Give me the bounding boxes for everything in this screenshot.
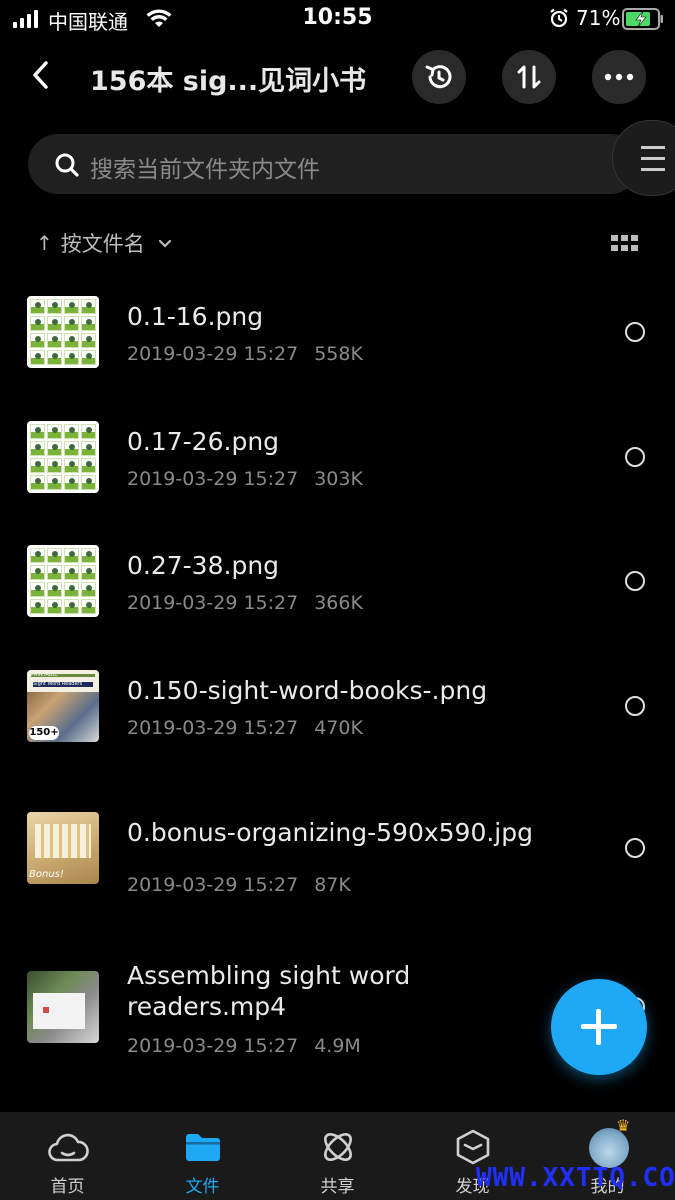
file-thumbnail (27, 296, 99, 368)
history-icon (425, 65, 452, 89)
page-title: 156本 sig...见词小书 (90, 66, 367, 97)
back-icon (33, 61, 48, 89)
atom-icon (317, 1126, 359, 1168)
file-size: 470K (314, 717, 363, 739)
file-name: 0.1-16.png (127, 302, 264, 331)
select-radio[interactable] (625, 838, 645, 858)
tab-label: 共享 (320, 1177, 355, 1197)
sort-transfer-icon (517, 65, 541, 89)
tab-label: 文件 (185, 1177, 220, 1197)
alarm-icon (549, 8, 569, 32)
file-name-line2: readers.mp4 (127, 992, 287, 1021)
cloud-icon (47, 1126, 89, 1168)
file-row[interactable]: Bonus! 0.bonus-organizing-590x590.jpg 20… (0, 796, 675, 926)
file-meta: 2019-03-29 15:27 4.9M (127, 1035, 361, 1057)
file-thumbnail: Bonus! (27, 812, 99, 884)
thumb-bonus-text: Bonus! (29, 869, 64, 880)
grid-view-icon[interactable] (608, 232, 642, 256)
sort-control[interactable]: ↑ 按文件名 (36, 228, 175, 258)
file-name-line1: Assembling sight word (127, 961, 411, 990)
transfer-button[interactable] (502, 50, 556, 104)
file-meta: 2019-03-29 15:27 87K (127, 874, 351, 896)
chevron-down-icon (158, 239, 171, 248)
battery-icon (622, 8, 664, 34)
file-date: 2019-03-29 15:27 (127, 343, 299, 365)
cube-icon (452, 1126, 494, 1168)
tab-files[interactable]: 文件 (135, 1112, 270, 1200)
file-date: 2019-03-29 15:27 (127, 1035, 299, 1057)
file-meta: 2019-03-29 15:27 470K (127, 717, 363, 739)
tab-label: 首页 (50, 1177, 85, 1197)
file-date: 2019-03-29 15:27 (127, 592, 299, 614)
thumb-badge: 150+ (29, 726, 59, 740)
header: 156本 sig...见词小书 (0, 45, 675, 107)
crown-icon: ♛ (616, 1116, 631, 1135)
file-row[interactable]: 0.1-16.png 2019-03-29 15:27 558K (0, 280, 675, 390)
file-date: 2019-03-29 15:27 (127, 717, 299, 739)
file-thumbnail (27, 545, 99, 617)
file-thumbnail: PRINTABLE Sight Word Readers 150+ (27, 670, 99, 742)
file-name: 0.27-38.png (127, 551, 280, 580)
search-icon (54, 152, 80, 182)
select-radio[interactable] (625, 696, 645, 716)
file-name: 0.17-26.png (127, 427, 280, 456)
file-date: 2019-03-29 15:27 (127, 468, 299, 490)
more-icon (604, 73, 634, 81)
file-row[interactable]: PRINTABLE Sight Word Readers 150+ 0.150-… (0, 654, 675, 764)
select-radio[interactable] (625, 571, 645, 591)
select-radio[interactable] (625, 447, 645, 467)
history-button[interactable] (412, 50, 466, 104)
file-thumbnail (27, 971, 99, 1043)
watermark: WWW.XXTTQ.COM (476, 1163, 675, 1193)
file-meta: 2019-03-29 15:27 558K (127, 343, 363, 365)
file-size: 87K (314, 874, 351, 896)
tab-home[interactable]: 首页 (0, 1112, 135, 1200)
search-placeholder: 搜索当前文件夹内文件 (90, 157, 320, 183)
file-size: 4.9M (314, 1035, 361, 1057)
file-meta: 2019-03-29 15:27 303K (127, 468, 363, 490)
tab-share[interactable]: 共享 (270, 1112, 405, 1200)
file-row[interactable]: 0.17-26.png 2019-03-29 15:27 303K (0, 405, 675, 515)
sort-label: 按文件名 (60, 232, 145, 256)
file-size: 303K (314, 468, 363, 490)
file-thumbnail (27, 421, 99, 493)
more-button[interactable] (592, 50, 646, 104)
folder-icon (182, 1126, 224, 1168)
file-size: 558K (314, 343, 363, 365)
thumb-title-text: Sight Word Readers (33, 682, 93, 687)
status-bar: 中国联通 10:55 71% (0, 0, 675, 38)
file-row[interactable]: 0.27-38.png 2019-03-29 15:27 366K (0, 529, 675, 639)
back-button[interactable] (22, 55, 58, 95)
file-name: 0.150-sight-word-books-.png (127, 676, 488, 705)
sort-arrow-icon: ↑ (36, 231, 53, 255)
clock: 10:55 (302, 5, 373, 30)
file-size: 366K (314, 592, 363, 614)
search-input[interactable]: 搜索当前文件夹内文件 (28, 134, 640, 194)
file-name: 0.bonus-organizing-590x590.jpg (127, 818, 533, 847)
battery-percent: 71% (576, 6, 621, 30)
thumb-printable-text: PRINTABLE (31, 674, 95, 677)
add-button[interactable] (551, 979, 647, 1075)
select-radio[interactable] (625, 322, 645, 342)
hamburger-icon (641, 146, 665, 149)
file-meta: 2019-03-29 15:27 366K (127, 592, 363, 614)
file-date: 2019-03-29 15:27 (127, 874, 299, 896)
